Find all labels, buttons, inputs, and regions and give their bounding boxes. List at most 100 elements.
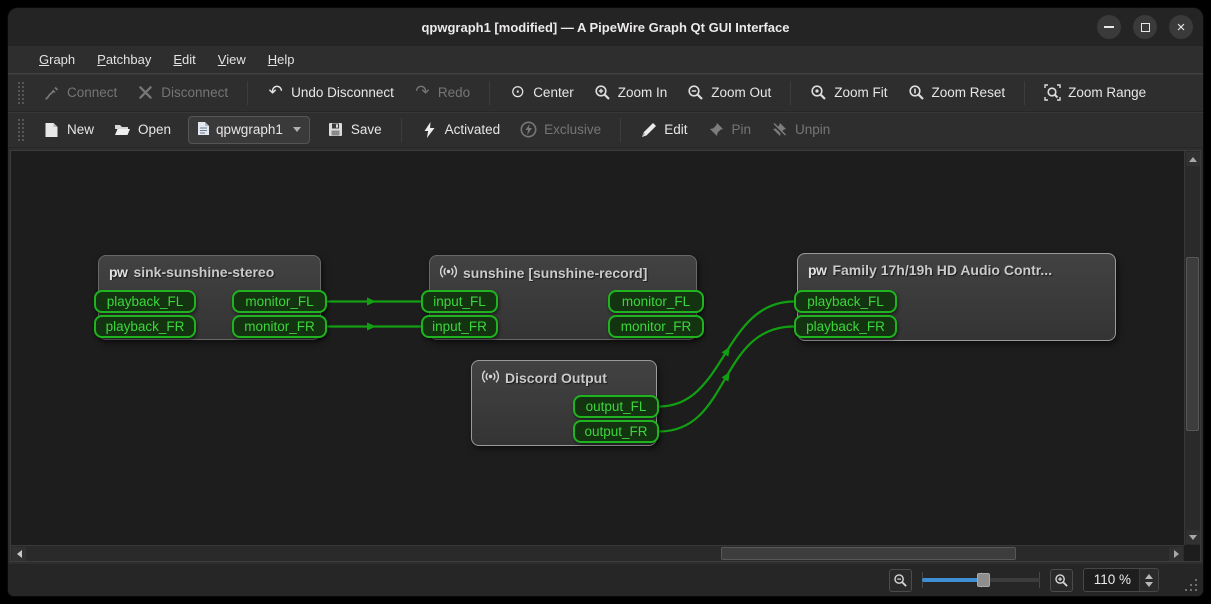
port-monitor-fl[interactable]: monitor_FL [608,290,704,313]
toolbar-separator [620,117,622,142]
port-output-fr[interactable]: output_FR [573,420,659,443]
chevron-down-icon [292,127,301,132]
unpin-button[interactable]: Unpin [762,115,839,144]
zoom-in-button[interactable]: Zoom In [585,78,677,107]
port-playback-fl[interactable]: playback_FL [794,290,897,313]
horizontal-scroll-thumb[interactable] [721,547,1016,560]
arrow-right-icon [1173,550,1179,558]
zoom-reset-button[interactable]: Zoom Reset [899,78,1015,107]
exclusive-bolt-icon [520,121,537,138]
port-input-fl[interactable]: input_FL [421,290,498,313]
graph-view: pw sink-sunshine-stereo playback_FL play… [10,150,1201,562]
zoom-in-icon [594,84,611,101]
center-button[interactable]: ⊙ Center [500,78,583,107]
titlebar[interactable]: qpwgraph1 [modified] — A PipeWire Graph … [8,8,1203,46]
zoom-out-button[interactable]: Zoom Out [678,78,780,107]
maximize-button[interactable] [1133,15,1157,39]
slider-handle[interactable] [977,573,991,587]
stream-icon [482,369,500,387]
minimize-button[interactable] [1097,15,1121,39]
menu-patchbay[interactable]: Patchbay [88,48,160,71]
zoom-slider[interactable] [921,570,1040,590]
graph-canvas[interactable]: pw sink-sunshine-stereo playback_FL play… [11,151,1184,545]
spin-up-icon [1145,573,1153,579]
statusbar: 110 % [8,564,1203,596]
zoom-percent-spinbox[interactable]: 110 % [1082,568,1159,592]
open-folder-icon [114,121,131,138]
arrow-down-icon [1189,534,1197,540]
zoom-percent-value: 110 % [1093,572,1131,587]
zoom-in-icon [1054,573,1068,587]
toolbar-separator [790,80,792,105]
new-button[interactable]: New [34,115,103,144]
menu-edit[interactable]: Edit [164,48,204,71]
graph-toolbar: Connect Disconnect ↶ Undo Disconnect ↷ R… [8,74,1203,112]
stream-icon [440,264,458,282]
close-icon: × [1176,18,1186,36]
undo-icon: ↶ [268,82,283,102]
zoom-fit-button[interactable]: Zoom Fit [801,78,896,107]
statusbar-zoom-in-button[interactable] [1049,568,1073,592]
port-playback-fr[interactable]: playback_FR [794,315,897,338]
toolbar-separator [400,117,402,142]
pipewire-icon: pw [808,262,827,278]
vertical-scrollbar[interactable] [1184,151,1200,545]
vertical-scroll-thumb[interactable] [1186,257,1199,431]
scroll-right-button[interactable] [1169,547,1183,561]
port-output-fl[interactable]: output_FL [573,395,659,418]
connect-icon [43,84,60,101]
pin-button[interactable]: Pin [698,115,760,144]
arrow-up-icon [1189,156,1197,162]
edit-pencil-icon [640,121,657,138]
port-input-fr[interactable]: input_FR [421,315,498,338]
close-button[interactable]: × [1169,15,1193,39]
patchbay-select-value: qpwgraph1 [216,122,283,137]
disconnect-button[interactable]: Disconnect [128,78,237,107]
menu-graph[interactable]: Graph [30,48,84,71]
horizontal-scrollbar[interactable] [11,545,1184,561]
node-title: pw Family 17h/19h HD Audio Contr... [808,262,1053,278]
toolbar-separator [1024,80,1026,105]
toolbar-drag-handle[interactable] [18,81,24,104]
scroll-down-button[interactable] [1186,530,1200,544]
redo-icon: ↷ [415,82,430,102]
menubar: Graph Patchbay Edit View Help [8,46,1203,74]
activated-toggle[interactable]: Activated [412,115,510,144]
zoom-reset-icon [908,84,925,101]
spin-arrows[interactable] [1139,569,1158,591]
edit-toggle[interactable]: Edit [631,115,696,144]
connection-wires [327,297,795,433]
scroll-left-button[interactable] [12,547,26,561]
open-button[interactable]: Open [105,115,180,144]
patchbay-toolbar: New Open qpwgraph1 Save Activated Exclus… [8,112,1203,148]
toolbar-separator [247,80,249,105]
zoom-range-button[interactable]: Zoom Range [1035,78,1155,107]
statusbar-zoom-out-button[interactable] [888,568,912,592]
window-title: qpwgraph1 [modified] — A PipeWire Graph … [421,19,790,35]
node-title: Discord Output [482,369,648,387]
resize-grip[interactable] [1183,577,1197,591]
port-playback-fr[interactable]: playback_FR [94,315,196,338]
minimize-icon [1104,26,1114,28]
activated-bolt-icon [421,121,438,138]
unpin-icon [771,121,788,138]
port-monitor-fr[interactable]: monitor_FR [232,315,327,338]
patchbay-select[interactable]: qpwgraph1 [188,115,310,144]
zoom-out-icon [687,84,704,101]
exclusive-toggle[interactable]: Exclusive [511,115,610,144]
scroll-up-button[interactable] [1186,152,1200,166]
port-playback-fl[interactable]: playback_FL [94,290,196,313]
port-monitor-fl[interactable]: monitor_FL [232,290,327,313]
undo-button[interactable]: ↶ Undo Disconnect [258,78,403,107]
port-monitor-fr[interactable]: monitor_FR [608,315,704,338]
connect-button[interactable]: Connect [34,78,126,107]
toolbar-drag-handle[interactable] [18,118,24,141]
menu-help[interactable]: Help [259,48,304,71]
redo-button[interactable]: ↷ Redo [405,78,479,107]
menu-view[interactable]: View [209,48,255,71]
save-button[interactable]: Save [318,115,391,144]
node-title: sunshine [sunshine-record] [440,264,688,282]
new-file-icon [43,121,60,138]
pin-icon [707,121,724,138]
disconnect-icon [137,84,154,101]
